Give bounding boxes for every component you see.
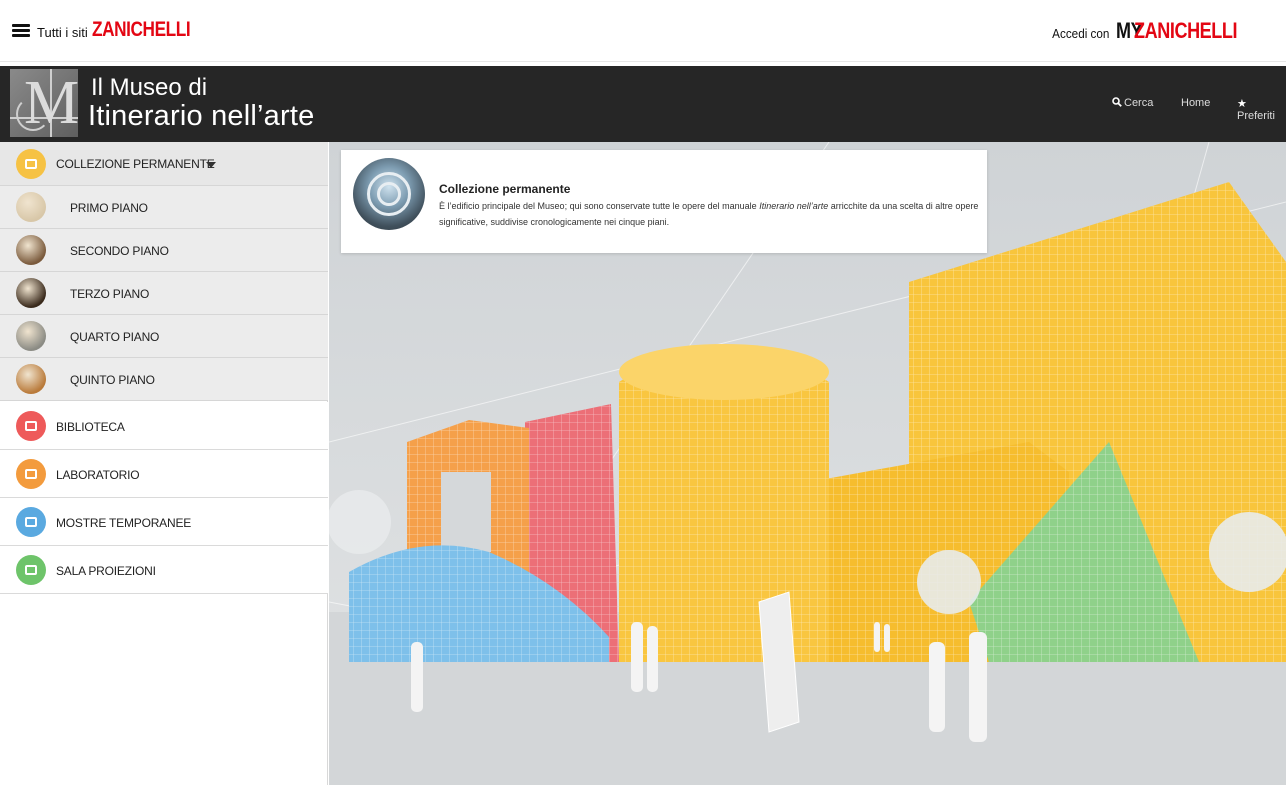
menu-icon[interactable] bbox=[12, 24, 30, 38]
myzanichelli-logo: ZANICHELLI bbox=[1134, 18, 1238, 43]
sidebar-item-label: TERZO PIANO bbox=[70, 287, 150, 301]
login-link[interactable]: Accedi con MY ZANICHELLI bbox=[1049, 18, 1260, 44]
search-label: Cerca bbox=[1124, 97, 1154, 109]
sidebar-item-quarto-piano[interactable]: QUARTO PIANO bbox=[0, 315, 328, 358]
sidebar-item-label: PRIMO PIANO bbox=[70, 201, 148, 215]
login-label: Accedi con bbox=[1051, 26, 1110, 41]
floor-thumbnail bbox=[16, 235, 46, 265]
floor-thumbnail bbox=[16, 278, 46, 308]
collection-icon bbox=[16, 149, 46, 179]
sidebar-item-sala-proiezioni[interactable]: SALA PROIEZIONI bbox=[0, 546, 328, 594]
all-sites-link[interactable]: Tutti i siti bbox=[37, 25, 88, 40]
museum-logo[interactable]: M bbox=[10, 69, 78, 137]
museum-hero: Collezione permanente È l’edificio princ… bbox=[329, 142, 1286, 785]
logo-letter: M bbox=[24, 69, 78, 137]
collection-image bbox=[353, 158, 425, 230]
sidebar-item-laboratorio[interactable]: LABORATORIO bbox=[0, 450, 328, 498]
floor-thumbnail bbox=[16, 364, 46, 394]
folder-icon bbox=[16, 555, 46, 585]
card-text-part: È l’edificio principale del Museo; qui s… bbox=[439, 201, 760, 211]
museum-title: Itinerario nell’arte bbox=[88, 100, 315, 132]
floor-thumbnail bbox=[16, 192, 46, 222]
sidebar-item-label: LABORATORIO bbox=[56, 468, 140, 482]
image-icon bbox=[16, 507, 46, 537]
sidebar-item-label: COLLEZIONE PERMANENTE bbox=[56, 157, 215, 171]
sidebar-item-primo-piano[interactable]: PRIMO PIANO bbox=[0, 186, 328, 229]
collection-info-card: Collezione permanente È l’edificio princ… bbox=[341, 150, 987, 253]
sidebar-item-biblioteca[interactable]: BIBLIOTECA bbox=[0, 402, 328, 450]
card-description: È l’edificio principale del Museo; qui s… bbox=[439, 198, 979, 230]
card-title: Collezione permanente bbox=[439, 182, 571, 196]
sidebar-item-label: QUINTO PIANO bbox=[70, 373, 155, 387]
favorites-link[interactable]: ★Preferiti bbox=[1237, 97, 1286, 122]
sidebar-item-label: QUARTO PIANO bbox=[70, 330, 160, 344]
sidebar-item-label: SALA PROIEZIONI bbox=[56, 564, 156, 578]
floor-thumbnail bbox=[16, 321, 46, 351]
home-link[interactable]: Home bbox=[1181, 97, 1210, 109]
sidebar-item-label: BIBLIOTECA bbox=[56, 420, 125, 434]
museum-subtitle: Il Museo di bbox=[91, 74, 208, 101]
sidebar-item-label: SECONDO PIANO bbox=[70, 244, 169, 258]
chevron-down-icon[interactable] bbox=[206, 162, 216, 168]
sidebar-item-terzo-piano[interactable]: TERZO PIANO bbox=[0, 272, 328, 315]
sidebar-item-label: MOSTRE TEMPORANEE bbox=[56, 516, 192, 530]
sidebar-item-mostre-temporanee[interactable]: MOSTRE TEMPORANEE bbox=[0, 498, 328, 546]
sidebar: COLLEZIONE PERMANENTE PRIMO PIANO SECOND… bbox=[0, 142, 328, 785]
museum-header: M Il Museo di Itinerario nell’arte bbox=[0, 66, 1286, 142]
top-bar: Tutti i siti ZANICHELLI Accedi con MY ZA… bbox=[0, 0, 1286, 62]
zanichelli-logo[interactable]: ZANICHELLI bbox=[92, 18, 191, 42]
card-text-italic: Itinerario nell’arte bbox=[759, 201, 829, 211]
edit-icon bbox=[16, 459, 46, 489]
favorites-label: Preferiti bbox=[1237, 110, 1275, 122]
sidebar-item-secondo-piano[interactable]: SECONDO PIANO bbox=[0, 229, 328, 272]
search-icon bbox=[1112, 97, 1122, 107]
star-icon: ★ bbox=[1237, 98, 1247, 110]
sidebar-item-quinto-piano[interactable]: QUINTO PIANO bbox=[0, 358, 328, 401]
book-icon bbox=[16, 411, 46, 441]
sidebar-item-collezione-permanente[interactable]: COLLEZIONE PERMANENTE bbox=[0, 142, 328, 186]
search-link[interactable]: Cerca bbox=[1112, 97, 1153, 109]
